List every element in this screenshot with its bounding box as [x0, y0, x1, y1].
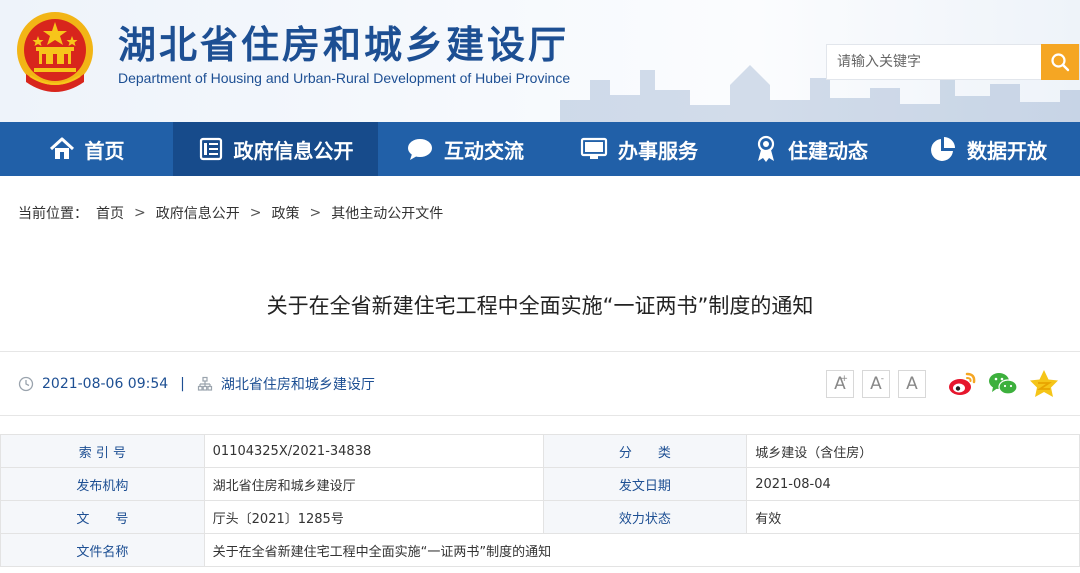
table-row: 发布机构 湖北省住房和城乡建设厅 发文日期 2021-08-04 — [0, 467, 1080, 501]
search-icon — [1051, 53, 1070, 72]
breadcrumb: 当前位置： 首页 > 政府信息公开 > 政策 > 其他主动公开文件 — [18, 203, 443, 223]
table-row: 文件名称 关于在全省新建住宅工程中全面实施“一证两书”制度的通知 — [0, 533, 1080, 567]
search-input[interactable] — [827, 45, 1043, 79]
breadcrumb-policy[interactable]: 政策 — [271, 203, 299, 223]
document-name-value: 关于在全省新建住宅工程中全面实施“一证两书”制度的通知 — [203, 533, 1080, 567]
search-button[interactable] — [1041, 44, 1079, 80]
qzone-share-button[interactable] — [1028, 368, 1060, 400]
nav-item-home[interactable]: 首页 — [0, 122, 173, 176]
validity-value: 有效 — [746, 500, 1080, 534]
article-meta: 2021-08-06 09:54 | 湖北省住房和城乡建设厅 — [18, 372, 375, 396]
article-source: 湖北省住房和城乡建设厅 — [220, 377, 375, 393]
home-icon — [49, 137, 74, 159]
publisher-value: 湖北省住房和城乡建设厅 — [203, 467, 544, 501]
table-row: 文 号 厅头〔2021〕1285号 效力状态 有效 — [0, 500, 1080, 534]
document-number-value: 厅头〔2021〕1285号 — [203, 500, 544, 534]
breadcrumb-gov-info[interactable]: 政府信息公开 — [156, 203, 240, 223]
meta-separator: | — [180, 376, 185, 392]
article-title: 关于在全省新建住宅工程中全面实施“一证两书”制度的通知 — [266, 294, 814, 318]
breadcrumb-prefix: 当前位置： — [18, 206, 88, 222]
category-value: 城乡建设（含住房） — [746, 434, 1080, 468]
chat-bubble-icon — [408, 139, 432, 160]
organization-icon — [197, 376, 212, 391]
document-info-table: 索 引 号 01104325X/2021-34838 分 类 城乡建设（含住房）… — [0, 434, 1080, 567]
national-emblem-icon — [17, 12, 93, 92]
category-label: 分 类 — [542, 434, 748, 468]
table-row: 索 引 号 01104325X/2021-34838 分 类 城乡建设（含住房） — [0, 434, 1080, 468]
breadcrumb-separator: > — [134, 205, 146, 221]
share-buttons — [946, 368, 1069, 400]
nav-item-interaction[interactable]: 互动交流 — [378, 122, 552, 176]
breadcrumb-home[interactable]: 首页 — [96, 203, 124, 223]
breadcrumb-separator: > — [249, 205, 262, 221]
monitor-icon — [580, 137, 608, 159]
nav-label: 互动交流 — [444, 138, 524, 163]
document-list-icon — [199, 137, 222, 161]
search-box — [826, 44, 1080, 80]
qzone-icon — [1030, 370, 1058, 397]
divider — [0, 351, 1080, 352]
font-reset-button[interactable]: A- — [862, 370, 890, 398]
index-number-value: 01104325X/2021-34838 — [203, 434, 544, 468]
nav-item-open-data[interactable]: 数据开放 — [896, 122, 1080, 176]
font-default-button[interactable]: A — [898, 370, 926, 398]
issue-date-label: 发文日期 — [542, 467, 748, 501]
issue-date-value: 2021-08-04 — [746, 467, 1080, 501]
site-title: 湖北省住房和城乡建设厅 — [118, 22, 570, 67]
document-number-label: 文 号 — [0, 500, 205, 534]
nav-item-gov-info[interactable]: 政府信息公开 — [173, 122, 378, 176]
font-size-controls: A + A- A — [826, 370, 934, 398]
index-number-label: 索 引 号 — [0, 434, 205, 468]
publisher-label: 发布机构 — [0, 467, 205, 501]
nav-label: 数据开放 — [967, 138, 1047, 163]
publish-datetime: 2021-08-06 09:54 — [42, 376, 169, 392]
site-header: 湖北省住房和城乡建设厅 Department of Housing and Ur… — [0, 0, 1080, 122]
site-subtitle: Department of Housing and Urban-Rural De… — [118, 70, 571, 86]
nav-label: 首页 — [84, 138, 125, 163]
pie-chart-icon — [931, 137, 955, 161]
breadcrumb-separator: > — [309, 205, 322, 221]
wechat-share-button[interactable] — [987, 368, 1019, 400]
clock-icon — [18, 376, 34, 392]
wechat-icon — [989, 373, 1018, 395]
nav-label: 政府信息公开 — [233, 138, 354, 163]
nav-label: 住建动态 — [788, 138, 868, 163]
document-name-label: 文件名称 — [0, 533, 205, 567]
weibo-share-button[interactable] — [946, 368, 978, 400]
breadcrumb-other-files[interactable]: 其他主动公开文件 — [331, 203, 443, 223]
font-increase-button[interactable]: A + — [826, 370, 854, 398]
weibo-icon — [949, 372, 976, 395]
divider — [0, 415, 1080, 416]
nav-label: 办事服务 — [618, 138, 698, 163]
award-icon — [757, 135, 775, 162]
nav-item-services[interactable]: 办事服务 — [552, 122, 726, 176]
validity-label: 效力状态 — [542, 500, 748, 534]
main-nav: 首页 政府信息公开 互动交流 办事服务 住建动态 数据开放 — [0, 122, 1080, 176]
nav-item-news[interactable]: 住建动态 — [726, 122, 896, 176]
